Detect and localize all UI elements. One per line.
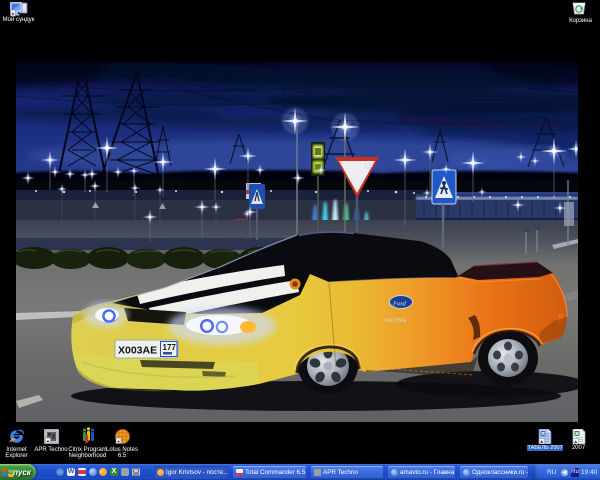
svg-text:RACING: RACING [385,318,407,324]
svg-text:Х003АЕ: Х003АЕ [118,345,157,357]
svg-text:Ford: Ford [392,301,407,308]
svg-text:177: 177 [163,343,177,352]
